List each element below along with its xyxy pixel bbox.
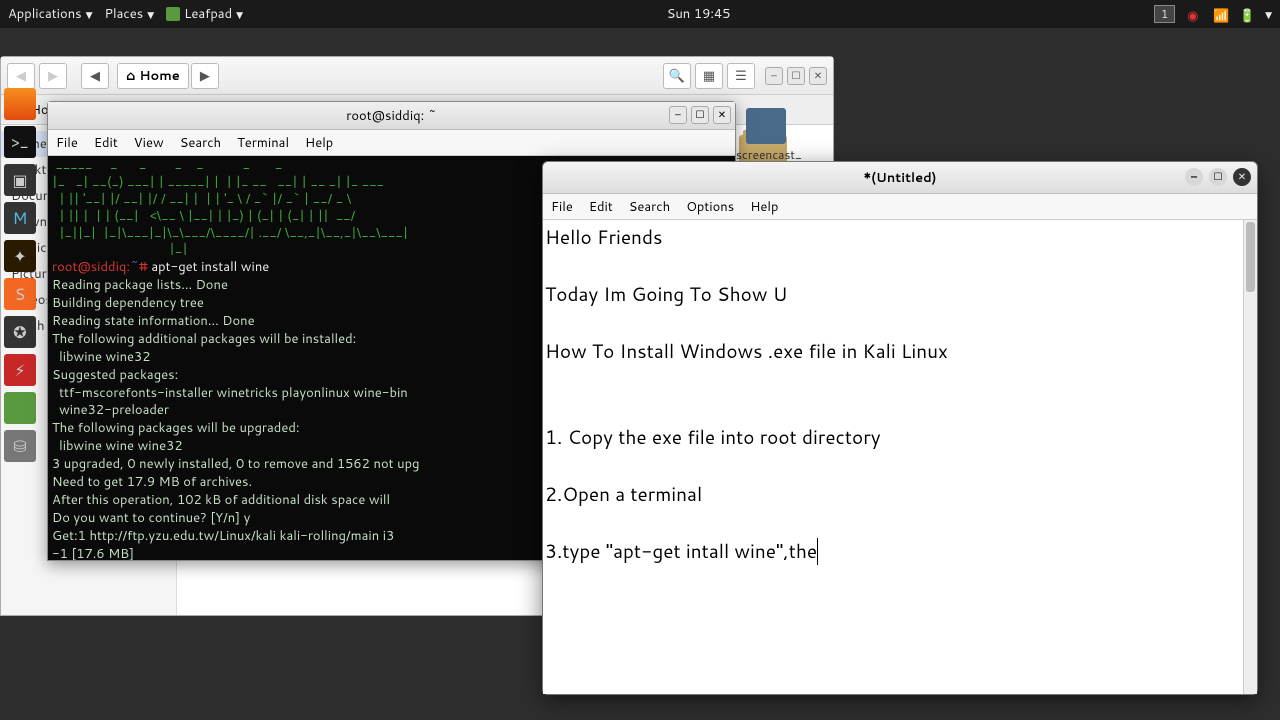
menu-options[interactable]: Options xyxy=(686,198,734,216)
menu-edit[interactable]: Edit xyxy=(94,134,118,152)
files-icon[interactable]: ▣ xyxy=(4,164,36,196)
editor-menubar: File Edit Search Options Help xyxy=(543,194,1257,220)
minimize-button[interactable]: – xyxy=(1185,168,1203,186)
editor-titlebar[interactable]: *(Untitled) – ☐ ✕ xyxy=(543,162,1257,194)
grid-view-button[interactable]: ▦ xyxy=(695,63,723,89)
menu-file[interactable]: File xyxy=(56,134,78,152)
breadcrumb-next[interactable]: ▶ xyxy=(191,63,219,89)
show-apps-icon[interactable] xyxy=(4,88,40,136)
app-icon[interactable]: ⛁ xyxy=(4,430,36,462)
menu-view[interactable]: View xyxy=(134,134,164,152)
home-icon: ⌂ xyxy=(126,67,135,85)
terminal-title-text: root@siddiq: ~ xyxy=(346,107,436,125)
maximize-button[interactable]: ☐ xyxy=(787,67,805,85)
menu-search[interactable]: Search xyxy=(180,134,221,152)
terminal-titlebar[interactable]: root@siddiq: ~ – ☐ ✕ xyxy=(48,102,735,130)
menu-terminal[interactable]: Terminal xyxy=(237,134,289,152)
app-icon[interactable]: ⚡ xyxy=(4,354,36,386)
menu-file[interactable]: File xyxy=(551,198,573,216)
scrollbar[interactable] xyxy=(1243,220,1257,694)
power-menu[interactable]: ▼ xyxy=(1265,8,1272,21)
menu-button[interactable]: ☰ xyxy=(727,63,755,89)
menu-search[interactable]: Search xyxy=(629,198,670,216)
active-app-menu[interactable]: Leafpad▼ xyxy=(166,5,243,23)
breadcrumb-home[interactable]: ⌂Home xyxy=(117,63,189,89)
maximize-button[interactable]: ☐ xyxy=(1209,168,1227,186)
search-button[interactable]: 🔍 xyxy=(663,63,691,89)
close-button[interactable]: ✕ xyxy=(1233,168,1251,186)
clock[interactable]: Sun 19:45 xyxy=(243,5,1154,23)
editor-title-text: *(Untitled) xyxy=(864,169,937,187)
launcher-dock: >_ ▣ M ✦ S ✪ ⚡ ⛁ xyxy=(4,88,40,462)
app-icon[interactable]: S xyxy=(4,278,36,310)
nav-forward-button[interactable]: ▶ xyxy=(39,63,67,89)
maximize-button[interactable]: ☐ xyxy=(691,106,709,124)
network-icon[interactable]: 📶 xyxy=(1213,7,1227,21)
close-button[interactable]: ✕ xyxy=(809,67,827,85)
menu-edit[interactable]: Edit xyxy=(589,198,613,216)
minimize-button[interactable]: – xyxy=(669,106,687,124)
leafpad-launcher-icon[interactable] xyxy=(4,392,36,424)
workspace-indicator[interactable]: 1 xyxy=(1154,5,1175,23)
terminal-menubar: File Edit View Search Terminal Help xyxy=(48,130,735,156)
app-icon[interactable]: ✪ xyxy=(4,316,36,348)
app-icon[interactable]: M xyxy=(4,202,36,234)
close-button[interactable]: ✕ xyxy=(713,106,731,124)
scrollbar-thumb[interactable] xyxy=(1246,222,1255,292)
battery-icon[interactable]: 🔋 xyxy=(1239,7,1253,21)
menu-help[interactable]: Help xyxy=(750,198,778,216)
leafpad-window: *(Untitled) – ☐ ✕ File Edit Search Optio… xyxy=(542,161,1258,695)
menu-help[interactable]: Help xyxy=(305,134,333,152)
record-icon[interactable]: ◉ xyxy=(1187,7,1201,21)
editor-textarea[interactable]: Hello Friends Today Im Going To Show U H… xyxy=(543,220,1257,694)
applications-menu[interactable]: Applications▼ xyxy=(8,5,93,23)
video-item[interactable] xyxy=(746,108,786,144)
minimize-button[interactable]: – xyxy=(765,67,783,85)
nav-back-button[interactable]: ◀ xyxy=(7,63,35,89)
nav-up-button[interactable]: ◀ xyxy=(81,63,109,89)
leafpad-icon xyxy=(166,7,180,21)
app-icon[interactable]: ✦ xyxy=(4,240,36,272)
places-menu[interactable]: Places▼ xyxy=(105,5,155,23)
top-panel: Applications▼ Places▼ Leafpad▼ Sun 19:45… xyxy=(0,0,1280,28)
